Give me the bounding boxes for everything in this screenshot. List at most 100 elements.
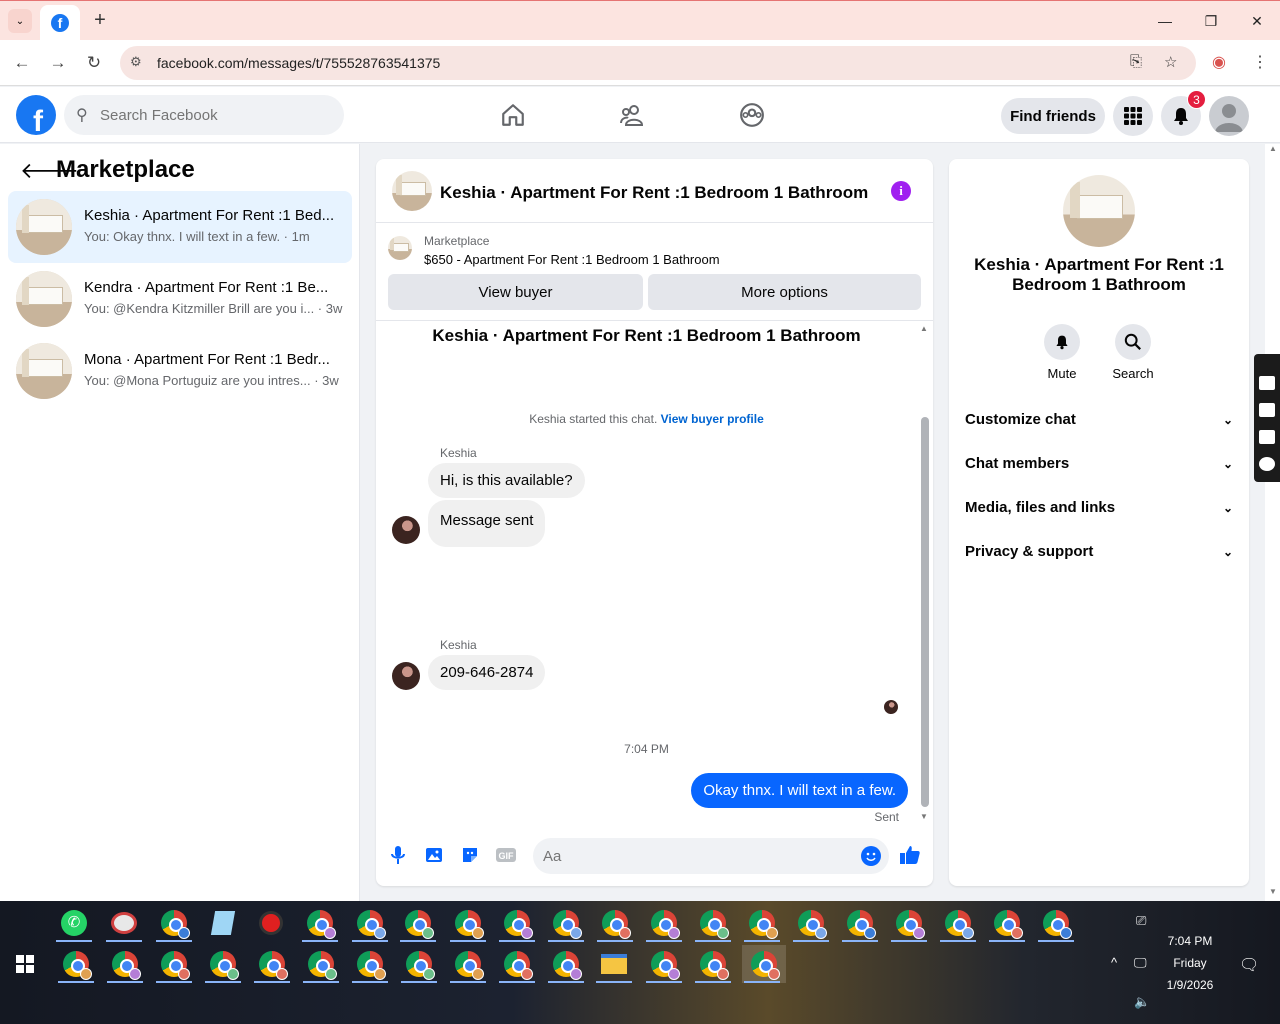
new-tab-button[interactable]: + (88, 9, 112, 33)
chat-title[interactable]: Keshia · Apartment For Rent :1 Bedroom 1… (440, 183, 868, 203)
message-scrollbar[interactable]: ▲ ▼ (917, 322, 931, 822)
thumbs-up-icon[interactable] (899, 844, 921, 866)
volume-icon[interactable]: 🔈 (1134, 994, 1150, 1010)
microphone-icon[interactable] (387, 844, 409, 866)
find-friends-button[interactable]: Find friends (1001, 98, 1105, 134)
home-icon[interactable] (498, 101, 528, 129)
facebook-search[interactable]: ⚲ (64, 95, 344, 135)
tab-search-button[interactable]: ⌄ (8, 9, 32, 33)
recorder-taskbar-icon[interactable] (251, 904, 291, 942)
chrome-taskbar-icon[interactable] (497, 945, 537, 983)
chrome-taskbar-icon[interactable] (1036, 904, 1076, 942)
bell-icon[interactable] (1044, 324, 1080, 360)
chrome-taskbar-icon[interactable] (791, 904, 831, 942)
scrollbar-thumb[interactable] (921, 417, 929, 807)
clock-date[interactable]: 1/9/2026 (1160, 978, 1220, 992)
chrome-taskbar-icon[interactable] (497, 904, 537, 942)
chrome-taskbar-icon[interactable] (448, 945, 488, 983)
message-bubble[interactable]: Message sent (428, 500, 546, 547)
listing-title[interactable]: $650 - Apartment For Rent :1 Bedroom 1 B… (424, 252, 720, 267)
outgoing-message-bubble[interactable]: Okay thnx. I will text in a few. (691, 773, 908, 808)
photo-icon[interactable] (423, 844, 445, 866)
maximize-button[interactable]: ❐ (1188, 7, 1234, 35)
camera-icon[interactable] (1259, 376, 1275, 390)
scroll-up-icon[interactable]: ▲ (920, 324, 928, 333)
chrome-taskbar-icon[interactable] (546, 945, 586, 983)
notes-taskbar-icon[interactable] (203, 904, 243, 942)
chrome-taskbar-icon[interactable] (644, 945, 684, 983)
customize-chat-row[interactable]: Customize chat ⌄ (965, 411, 1233, 439)
chrome-taskbar-icon[interactable] (448, 904, 488, 942)
conversation-item[interactable]: Kendra · Apartment For Rent :1 Be... You… (8, 263, 352, 335)
chrome-taskbar-icon[interactable] (987, 904, 1027, 942)
gif-icon[interactable]: GIF (495, 844, 517, 866)
chrome-taskbar-icon[interactable] (840, 904, 880, 942)
conversation-item[interactable]: Keshia · Apartment For Rent :1 Bed... Yo… (8, 191, 352, 263)
browser-menu-icon[interactable]: ⋮ (1252, 52, 1268, 72)
url-text[interactable]: facebook.com/messages/t/755528763541375 (157, 55, 440, 71)
emoji-icon[interactable] (861, 846, 881, 866)
chrome-taskbar-icon[interactable] (300, 904, 340, 942)
chrome-taskbar-icon[interactable] (742, 904, 782, 942)
avatar[interactable] (1209, 96, 1249, 136)
notification-center-icon[interactable]: 🗨 (1239, 955, 1259, 975)
chrome-taskbar-icon[interactable] (595, 904, 635, 942)
scroll-up-icon[interactable]: ▲ (1269, 144, 1277, 153)
whatsapp-taskbar-icon[interactable]: ✆ (54, 904, 94, 942)
paint-taskbar-icon[interactable] (104, 904, 144, 942)
clock-day[interactable]: Friday (1160, 956, 1220, 970)
chrome-taskbar-icon[interactable] (644, 904, 684, 942)
groups-icon[interactable] (737, 101, 767, 129)
sticker-icon[interactable] (459, 844, 481, 866)
view-buyer-button[interactable]: View buyer (388, 274, 643, 310)
sender-avatar[interactable] (392, 662, 420, 690)
chrome-taskbar-icon[interactable] (889, 904, 929, 942)
window-capture-icon[interactable] (1259, 430, 1275, 444)
privacy-support-row[interactable]: Privacy & support ⌄ (965, 543, 1233, 571)
chrome-taskbar-icon[interactable] (693, 945, 733, 983)
chevron-up-icon[interactable]: ^ (1111, 955, 1117, 970)
listing-thumbnail[interactable] (1063, 175, 1135, 247)
chrome-taskbar-icon[interactable] (399, 945, 439, 983)
conversation-item[interactable]: Mona · Apartment For Rent :1 Bedr... You… (8, 335, 352, 407)
chrome-taskbar-icon[interactable] (203, 945, 243, 983)
meet-now-icon[interactable]: ⎚ (1136, 913, 1146, 929)
more-options-button[interactable]: More options (648, 274, 921, 310)
search-input[interactable] (100, 95, 330, 135)
reload-icon[interactable]: ↻ (80, 49, 108, 77)
chrome-taskbar-icon[interactable] (154, 904, 194, 942)
chrome-taskbar-icon[interactable] (56, 945, 96, 983)
mute-button[interactable]: Mute (1032, 324, 1092, 381)
search-button[interactable]: Search (1103, 324, 1163, 381)
scroll-down-icon[interactable]: ▼ (1269, 887, 1277, 896)
chrome-taskbar-icon[interactable] (546, 904, 586, 942)
bookmark-star-icon[interactable]: ☆ (1164, 53, 1177, 71)
profile-icon[interactable]: ◉ (1212, 52, 1226, 72)
chrome-taskbar-icon[interactable] (301, 945, 341, 983)
media-files-links-row[interactable]: Media, files and links ⌄ (965, 499, 1233, 527)
network-icon[interactable]: 🖵 (1134, 955, 1147, 971)
install-app-icon[interactable]: ⎘ (1130, 53, 1142, 70)
forward-arrow-icon[interactable]: → (44, 49, 72, 77)
chrome-taskbar-icon[interactable] (350, 904, 390, 942)
scroll-down-icon[interactable]: ▼ (920, 812, 928, 821)
message-bubble[interactable]: Hi, is this available? (428, 463, 585, 498)
chrome-taskbar-icon[interactable] (398, 904, 438, 942)
gear-icon[interactable] (1259, 457, 1275, 471)
minimize-button[interactable]: — (1142, 7, 1188, 35)
close-window-button[interactable]: ✕ (1234, 7, 1280, 35)
file-explorer-taskbar-icon[interactable] (594, 945, 634, 983)
facebook-logo-icon[interactable]: f (16, 95, 56, 135)
menu-grid-icon[interactable] (1113, 96, 1153, 136)
sender-avatar[interactable] (392, 516, 420, 544)
page-scrollbar[interactable]: ▲ ▼ (1265, 144, 1280, 901)
chrome-taskbar-icon[interactable] (693, 904, 733, 942)
friends-icon[interactable] (618, 101, 648, 129)
chrome-taskbar-icon[interactable] (252, 945, 292, 983)
back-arrow-icon[interactable]: ← (8, 49, 36, 77)
clock-time[interactable]: 7:04 PM (1160, 934, 1220, 948)
chrome-taskbar-icon-active[interactable] (742, 945, 786, 983)
site-settings-icon[interactable]: ⚙ (130, 54, 142, 70)
search-icon[interactable] (1115, 324, 1151, 360)
video-camera-icon[interactable] (1259, 403, 1275, 417)
